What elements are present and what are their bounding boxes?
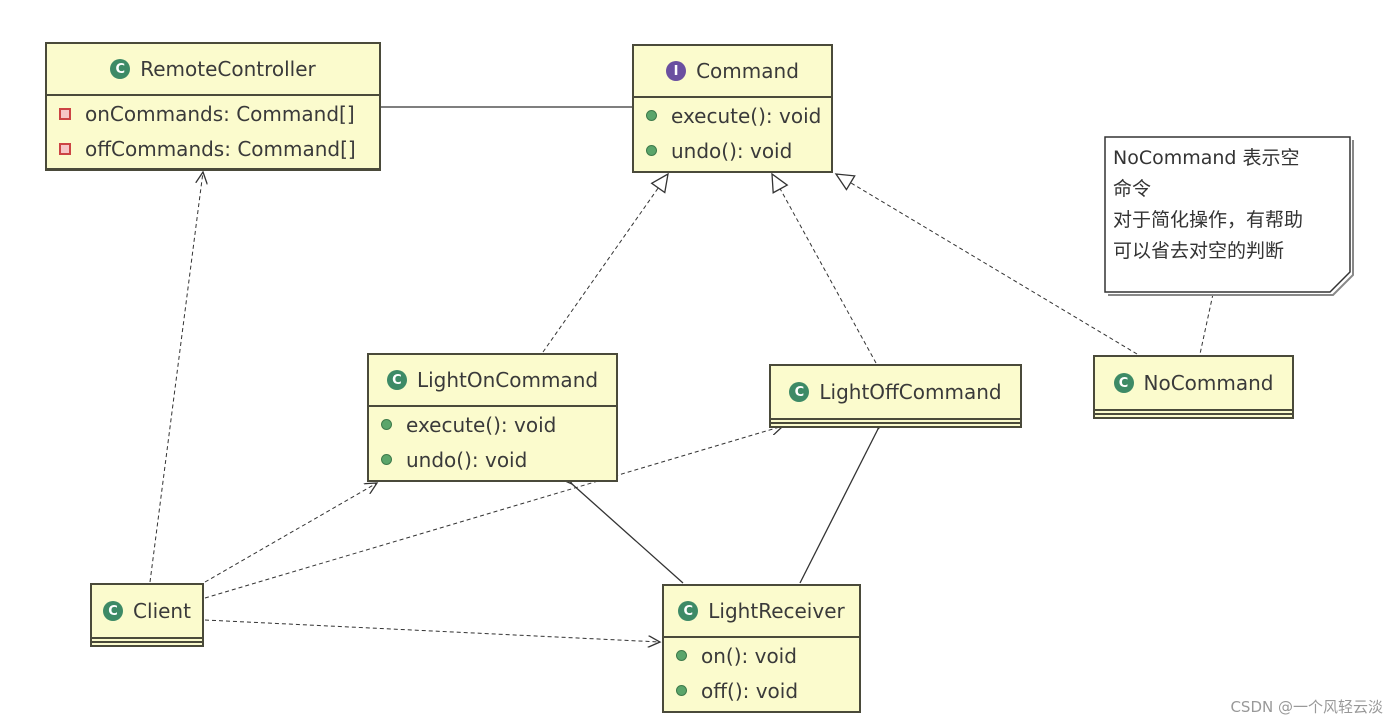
class-no-command[interactable]: C NoCommand [1093, 355, 1294, 419]
method: on(): void [664, 638, 859, 673]
class-icon: C [789, 382, 810, 402]
class-name: LightOnCommand [416, 368, 599, 392]
watermark: CSDN @一个风轻云淡 [1230, 698, 1383, 716]
public-method-icon [381, 419, 392, 430]
realization-lightoff [772, 174, 877, 364]
note[interactable]: NoCommand 表示空 命令 对于简化操作，有帮助 可以省去对空的判断 [1105, 137, 1366, 273]
method: execute(): void [369, 407, 616, 442]
class-light-receiver[interactable]: C LightReceiver on(): void off(): void [662, 584, 861, 713]
method: off(): void [664, 673, 859, 708]
uml-class-diagram: C RemoteController onCommands: Command[] … [0, 0, 1397, 723]
realization-lighton [542, 174, 668, 353]
attribute: onCommands: Command[] [47, 96, 379, 131]
class-icon: C [103, 601, 124, 621]
interface-command[interactable]: I Command execute(): void undo(): void [632, 44, 833, 173]
dep-client-lighton [204, 483, 377, 583]
private-field-icon [59, 107, 71, 120]
realization-nocommand [836, 174, 1138, 355]
private-field-icon [59, 142, 71, 155]
method: undo(): void [369, 442, 616, 477]
class-name: LightReceiver [708, 599, 845, 623]
public-method-icon [676, 685, 687, 696]
class-name: RemoteController [140, 57, 316, 81]
class-name: Client [133, 599, 191, 623]
class-name: NoCommand [1143, 371, 1274, 395]
aggregation-lightoff-receiver [799, 429, 878, 584]
class-remote-controller[interactable]: C RemoteController onCommands: Command[] … [45, 42, 381, 171]
class-light-on-command[interactable]: C LightOnCommand execute(): void undo(): … [367, 353, 618, 482]
public-method-icon [676, 650, 687, 661]
class-icon: C [386, 370, 407, 390]
class-light-off-command[interactable]: C LightOffCommand [769, 364, 1022, 428]
public-method-icon [646, 145, 657, 156]
attribute: offCommands: Command[] [47, 131, 379, 166]
class-icon: C [1113, 373, 1134, 393]
dep-client-remote [149, 172, 203, 583]
public-method-icon [646, 110, 657, 121]
class-name: LightOffCommand [819, 380, 1002, 404]
class-name: Command [696, 59, 799, 83]
aggregation-lighton-receiver [572, 484, 684, 584]
method: undo(): void [634, 133, 831, 168]
interface-icon: I [666, 61, 687, 81]
class-icon: C [110, 59, 131, 79]
class-client[interactable]: C Client [90, 583, 204, 647]
dep-client-receiver [204, 619, 660, 642]
public-method-icon [381, 454, 392, 465]
method: execute(): void [634, 98, 831, 133]
class-icon: C [678, 601, 699, 621]
note-anchor [1199, 293, 1214, 355]
